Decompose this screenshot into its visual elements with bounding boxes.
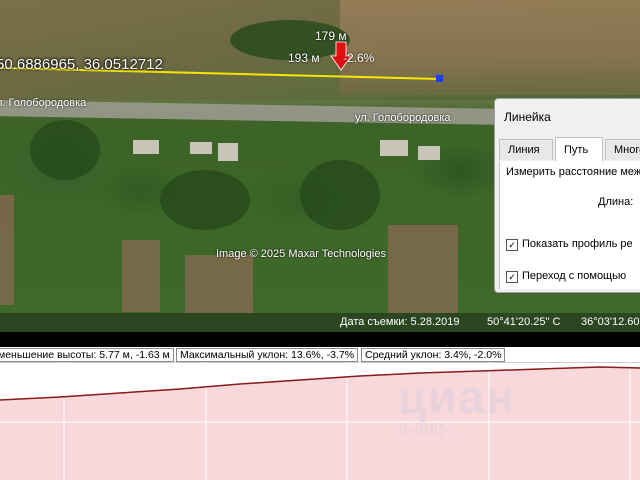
tab-polygon[interactable]: Многоугольник [605,139,640,160]
street-label: л. Голобородовка [0,97,87,109]
profile-stats-bar: меньшение высоты: 5.77 м, -1.63 м Максим… [0,347,640,363]
watermark-logo: циан [398,371,516,423]
latitude-readout: 50°41'20.25" С [487,316,561,328]
tab-line[interactable]: Линия [499,139,553,160]
coordinate-label: 50.6886965, 36.0512712 [0,56,163,73]
mouse-nav-label: Переход с помощью [522,270,627,282]
path-endpoint[interactable] [436,75,443,82]
profile-header-band [0,332,640,347]
ruler-description: Измерить расстояние между [506,166,640,178]
segment-length: 193 м [288,51,320,65]
longitude-readout: 36°03'12.60 [581,316,640,328]
show-profile-checkbox[interactable]: ✓ [506,239,518,251]
street-label: ул. Голобородовка [355,112,451,124]
segment-length-top: 179 м [315,29,347,43]
show-profile-option[interactable]: ✓ Показать профиль ре [506,238,633,251]
mouse-nav-option[interactable]: ✓ Переход с помощью [506,270,626,283]
elevation-change-stat: меньшение высоты: 5.77 м, -1.63 м [0,348,174,362]
ruler-dialog[interactable]: Линейка Линия Многоугольник Путь Измерит… [494,98,640,293]
watermark-phone: 8-800-... [398,420,466,440]
tab-path[interactable]: Путь [555,137,603,162]
dialog-title: Линейка [504,110,551,124]
tab-panel: Измерить расстояние между Длина: ✓ Показа… [499,161,640,289]
capture-date: Дата съемки: 5.28.2019 [340,316,460,328]
avg-slope-stat: Средний уклон: 3.4%, -2.0% [361,348,506,362]
segment-slope: -2.6% [343,51,375,65]
imagery-attribution: Image © 2025 Maxar Technologies [216,248,386,260]
profile-area [0,367,640,480]
mouse-nav-checkbox[interactable]: ✓ [506,271,518,283]
max-slope-stat: Максимальный уклон: 13.6%, -3.7% [176,348,359,362]
elevation-graph[interactable] [0,362,640,480]
ruler-tabs: Линия Многоугольник Путь [499,137,640,162]
length-label: Длина: [598,196,634,208]
show-profile-label: Показать профиль ре [522,238,633,250]
